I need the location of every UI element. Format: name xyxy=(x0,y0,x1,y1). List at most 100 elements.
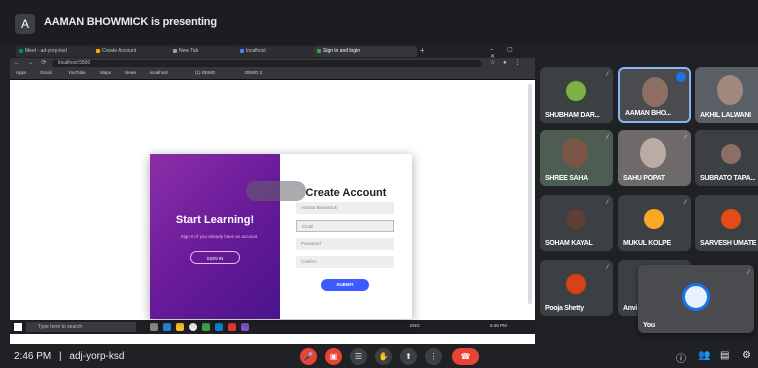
address-bar-row: ← → ⟳ localhost:5500 ☆ ● ⋮ xyxy=(10,58,535,69)
mic-off-icon: ⁄ xyxy=(606,72,608,78)
password-field[interactable]: Password xyxy=(296,238,394,250)
start-learning-title: Start Learning! xyxy=(175,214,255,226)
bookmark[interactable]: News xyxy=(125,70,136,75)
app-icon[interactable] xyxy=(202,323,210,331)
meeting-time: 2:46 PM xyxy=(14,351,52,362)
participant-name: SHUBHAM DAR... xyxy=(545,112,600,119)
avatar xyxy=(566,81,586,101)
participant-name: AAMAN BHO... xyxy=(625,110,671,117)
address-bar[interactable]: localhost:5500 xyxy=(52,60,482,67)
avatar xyxy=(566,209,586,229)
participant-tile[interactable]: ⁄ MUKUL KOLPE xyxy=(618,195,691,251)
app-icon[interactable] xyxy=(228,323,236,331)
taskbar-search[interactable]: Type here to search xyxy=(26,322,136,332)
windows-taskbar: Type here to search ENG 6:46 PM xyxy=(10,320,535,334)
more-options-button[interactable]: ⋮ xyxy=(425,348,442,365)
tray-language: ENG xyxy=(410,323,420,328)
browser-tab-active[interactable]: Sign in and login xyxy=(314,46,417,57)
name-field[interactable]: Aaman Bhowmick xyxy=(296,202,394,214)
participant-tile[interactable]: AAMAN BHO... xyxy=(618,67,691,123)
participant-tile[interactable]: ⁄ Pooja Shetty xyxy=(540,260,613,316)
self-avatar xyxy=(682,283,710,311)
participant-name: SARVESH UMATE xyxy=(700,240,757,247)
raise-hand-button[interactable]: ✋ xyxy=(375,348,392,365)
task-view-icon[interactable] xyxy=(150,323,158,331)
end-call-button[interactable]: ☎ xyxy=(452,348,479,365)
bookmarks-bar: Apps Gmail YouTube Maps News localhost (… xyxy=(10,69,535,80)
browser-tab[interactable]: Create Account xyxy=(93,46,171,57)
mic-off-icon: ⁄ xyxy=(684,135,686,141)
participant-name: SUBRATO TAPA... xyxy=(700,175,756,182)
bookmark[interactable]: DEMO 2 xyxy=(245,70,262,75)
meeting-code: adj-yorp-ksd xyxy=(69,351,125,362)
mic-off-icon: ⁄ xyxy=(606,135,608,141)
app-icon[interactable] xyxy=(241,323,249,331)
participant-tile[interactable]: ⁄ SHUBHAM DAR... xyxy=(540,67,613,123)
tray-clock: 6:46 PM xyxy=(490,323,507,328)
pointer-overlay xyxy=(246,181,306,201)
avatar xyxy=(644,209,664,229)
activities-icon[interactable]: ⚙ xyxy=(742,350,751,361)
video-feed xyxy=(562,138,588,168)
avatar xyxy=(721,209,741,229)
present-button[interactable]: ⬆ xyxy=(400,348,417,365)
participant-name: SAHU POPAT xyxy=(623,175,665,182)
participant-tile[interactable]: ⁄ SAHU POPAT xyxy=(618,130,691,186)
email-field[interactable]: Email xyxy=(296,220,394,232)
meeting-separator: | xyxy=(59,351,62,362)
nav-arrows-icon[interactable]: ← → ⟳ xyxy=(14,59,49,66)
participant-name: Pooja Shetty xyxy=(545,305,584,312)
mic-off-icon: ⁄ xyxy=(684,200,686,206)
vscode-icon[interactable] xyxy=(215,323,223,331)
signin-panel: Start Learning! Sign In If you already h… xyxy=(150,154,280,319)
signin-subtitle: Sign In If you already have an account xyxy=(180,234,258,239)
participant-tile[interactable]: ⁄ SOHAM KAYAL xyxy=(540,195,613,251)
mic-toggle-button[interactable]: 🎤 xyxy=(300,348,317,365)
participant-name: SOHAM KAYAL xyxy=(545,240,593,247)
submit-button[interactable]: SUBMIT xyxy=(321,279,369,291)
bookmark[interactable]: (1) DEMO xyxy=(195,70,215,75)
mic-off-icon: ⁄ xyxy=(747,270,749,276)
browser-tab[interactable]: New Tab xyxy=(170,46,238,57)
people-icon[interactable]: 👥 xyxy=(698,350,710,361)
self-view-tile[interactable]: ⁄ You xyxy=(638,265,754,333)
bookmark[interactable]: Apps xyxy=(16,70,26,75)
chat-icon[interactable]: ▤ xyxy=(720,350,729,361)
signup-card: Start Learning! Sign In If you already h… xyxy=(150,154,412,319)
bookmark[interactable]: localhost xyxy=(150,70,168,75)
page-scrollbar[interactable] xyxy=(528,84,532,304)
presenting-bar: A AAMAN BHOWMICK is presenting xyxy=(0,0,758,46)
chrome-icon[interactable] xyxy=(189,323,197,331)
participant-name: SHREE SAHA xyxy=(545,175,588,182)
extensions-icon[interactable]: ☆ ● ⋮ xyxy=(490,59,523,66)
info-icon[interactable]: ⓘ xyxy=(676,350,686,365)
browser-tab-bar: Meet - ad-yorp-ksd Create Account New Ta… xyxy=(10,44,535,60)
video-feed xyxy=(642,77,668,107)
mic-off-icon: ⁄ xyxy=(606,200,608,206)
participant-name: MUKUL KOLPE xyxy=(623,240,671,247)
bookmark[interactable]: YouTube xyxy=(68,70,86,75)
speaking-indicator-icon xyxy=(676,72,686,82)
bookmark[interactable]: Gmail xyxy=(40,70,52,75)
participant-tile[interactable]: ⁄ SARVESH UMATE xyxy=(695,195,758,251)
avatar xyxy=(566,274,586,294)
video-feed xyxy=(640,138,666,168)
captions-button[interactable]: ☰ xyxy=(350,348,367,365)
signin-button[interactable]: SIGN IN xyxy=(190,251,240,264)
avatar xyxy=(721,144,741,164)
self-name: You xyxy=(643,322,655,329)
create-account-panel: Create Account Aaman Bhowmick Email Pass… xyxy=(280,154,412,319)
windows-start-icon[interactable] xyxy=(14,323,22,331)
folder-icon[interactable] xyxy=(176,323,184,331)
camera-toggle-button[interactable]: ▣ xyxy=(325,348,342,365)
edge-icon[interactable] xyxy=(163,323,171,331)
participant-tile[interactable]: AKHIL LALWANI xyxy=(695,67,758,123)
participant-tile[interactable]: ⁄ SUBRATO TAPA... xyxy=(695,130,758,186)
participant-tile[interactable]: ⁄ SHREE SAHA xyxy=(540,130,613,186)
participant-name: AKHIL LALWANI xyxy=(700,112,751,119)
new-tab-icon[interactable]: + xyxy=(420,46,425,55)
bookmark[interactable]: Maps xyxy=(100,70,111,75)
browser-tab[interactable]: localhost xyxy=(237,46,315,57)
confirm-field[interactable]: Confirm xyxy=(296,256,394,268)
browser-tab[interactable]: Meet - ad-yorp-ksd xyxy=(16,46,94,57)
